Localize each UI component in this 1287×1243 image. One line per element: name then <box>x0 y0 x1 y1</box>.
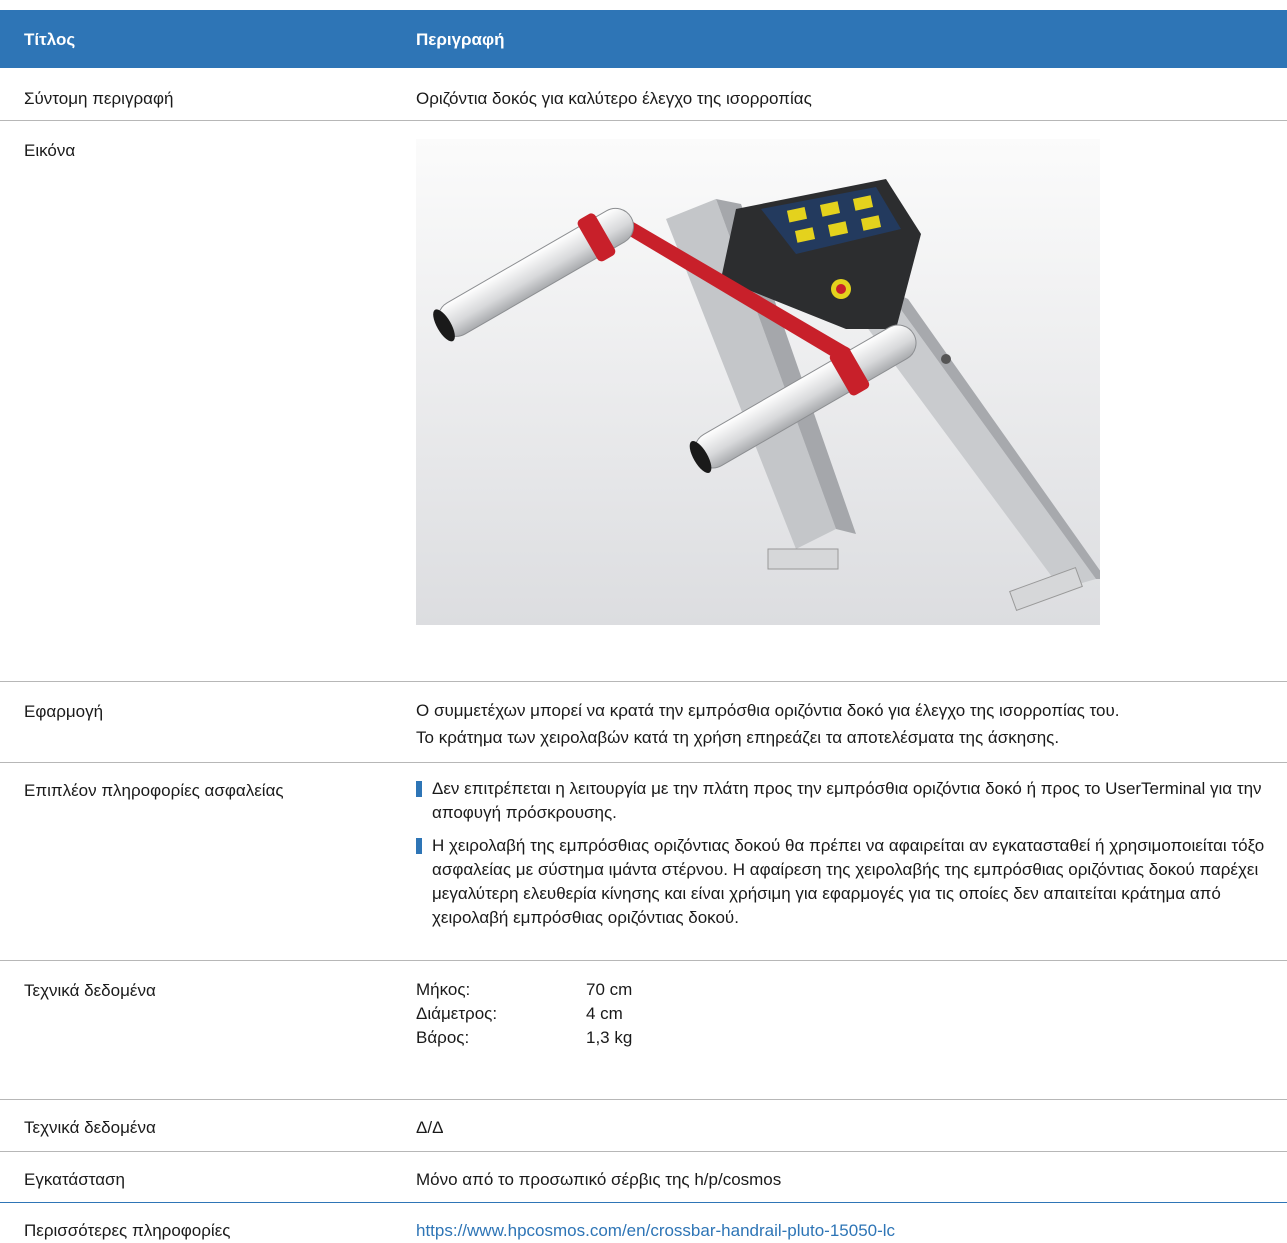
row-label: Περισσότερες πληροφορίες <box>24 1221 231 1240</box>
spec-value: 4 cm <box>586 1004 623 1023</box>
row-label: Σύντομη περιγραφή <box>24 89 174 108</box>
row-label: Τεχνικά δεδομένα <box>24 1118 156 1137</box>
row-technical-data-2: Τεχνικά δεδομένα Δ/Δ <box>0 1100 1287 1152</box>
table-header: Τίτλος Περιγραφή <box>0 10 1287 68</box>
application-text-line-2: Το κράτημα των χειρολαβών κατά τη χρήση … <box>416 728 1060 747</box>
safety-bullet-1: Δεν επιτρέπεται η λειτουργία με την πλάτ… <box>416 777 1287 825</box>
spec-length: Μήκος: 70 cm <box>416 978 632 1002</box>
row-application: Εφαρμογή Ο συμμετέχων μπορεί να κρατά τη… <box>0 682 1287 763</box>
row-label: Εικόνα <box>24 141 76 160</box>
spec-table: Τίτλος Περιγραφή Σύντομη περιγραφή Οριζό… <box>0 10 1287 1243</box>
row-value: Μόνο από το προσωπικό σέρβις της h/p/cos… <box>416 1170 782 1189</box>
more-info-link[interactable]: https://www.hpcosmos.com/en/crossbar-han… <box>416 1218 895 1243</box>
row-image: Εικόνα <box>0 121 1287 682</box>
header-title: Τίτλος <box>24 30 76 49</box>
row-more-info: Περισσότερες πληροφορίες https://www.hpc… <box>0 1203 1287 1243</box>
safety-bullet-2: Η χειρολαβή της εμπρόσθιας οριζόντιας δο… <box>416 834 1287 930</box>
spec-value: 70 cm <box>586 980 633 999</box>
spec-key: Μήκος: <box>416 980 471 999</box>
header-description: Περιγραφή <box>416 30 505 49</box>
spec-key: Βάρος: <box>416 1028 470 1047</box>
row-label: Εφαρμογή <box>24 702 104 721</box>
row-technical-data: Τεχνικά δεδομένα Μήκος: 70 cm Διάμετρος:… <box>0 961 1287 1100</box>
application-text-line-1: Ο συμμετέχων μπορεί να κρατά την εμπρόσθ… <box>416 701 1120 720</box>
row-label: Τεχνικά δεδομένα <box>24 981 156 1000</box>
spec-weight: Βάρος: 1,3 kg <box>416 1026 632 1050</box>
row-label: Επιπλέον πληροφορίες ασφαλείας <box>24 781 284 800</box>
row-safety-info: Επιπλέον πληροφορίες ασφαλείας Δεν επιτρ… <box>0 763 1287 961</box>
spec-key: Διάμετρος: <box>416 1004 498 1023</box>
spec-diameter: Διάμετρος: 4 cm <box>416 1002 632 1026</box>
row-label: Εγκατάσταση <box>24 1170 126 1189</box>
spec-value: 1,3 kg <box>586 1028 633 1047</box>
row-value: Οριζόντια δοκός για καλύτερο έλεγχο της … <box>416 89 812 108</box>
row-value: Δ/Δ <box>416 1118 444 1137</box>
row-short-description: Σύντομη περιγραφή Οριζόντια δοκός για κα… <box>0 68 1287 121</box>
row-installation: Εγκατάσταση Μόνο από το προσωπικό σέρβις… <box>0 1152 1287 1203</box>
crossbar-handrail-image <box>416 139 1100 625</box>
